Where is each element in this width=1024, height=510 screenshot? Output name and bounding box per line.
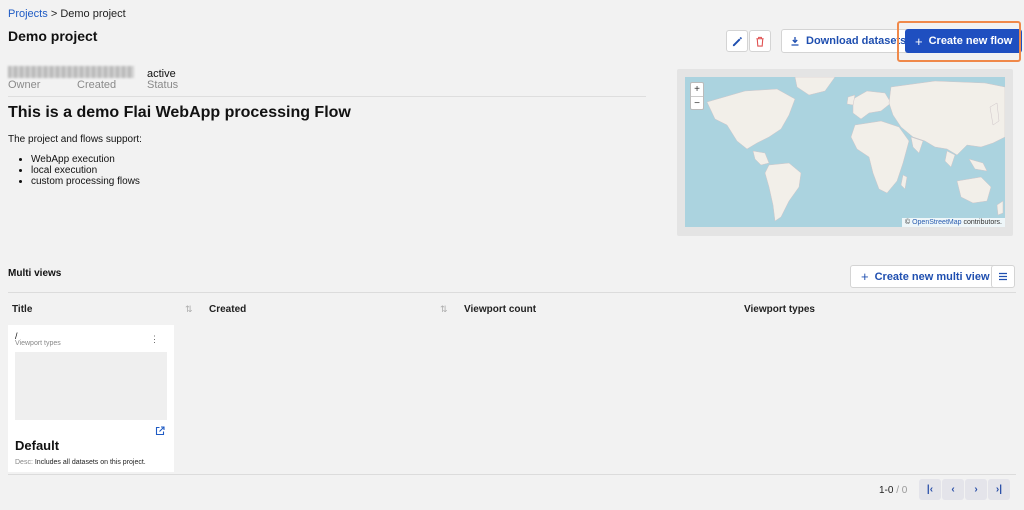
world-map[interactable]: + − © OpenStreetMap contributors. bbox=[685, 77, 1005, 227]
last-page-icon: ›| bbox=[995, 484, 1003, 495]
breadcrumb-separator: > bbox=[50, 8, 58, 20]
feature-list: WebApp execution local execution custom … bbox=[31, 154, 140, 187]
delete-button[interactable] bbox=[749, 30, 771, 52]
openstreetmap-link[interactable]: OpenStreetMap bbox=[912, 219, 961, 226]
owner-value-redacted bbox=[8, 66, 134, 78]
status-label: Status bbox=[147, 79, 179, 91]
card-thumbnail bbox=[15, 352, 167, 420]
map-container: + − © OpenStreetMap contributors. bbox=[677, 69, 1013, 236]
breadcrumb: Projects > Demo project bbox=[8, 8, 126, 20]
pagination-total: 0 bbox=[901, 485, 908, 496]
create-multi-view-button[interactable]: + Create new multi view bbox=[850, 265, 1001, 288]
list-item: local execution bbox=[31, 165, 140, 176]
description-intro: The project and flows support: bbox=[8, 134, 142, 145]
card-desc-key: Desc: bbox=[15, 459, 33, 466]
last-page-button[interactable]: ›| bbox=[988, 479, 1010, 500]
open-external-icon[interactable] bbox=[155, 426, 165, 439]
breadcrumb-projects-link[interactable]: Projects bbox=[8, 8, 48, 20]
download-datasets-label: Download datasets bbox=[806, 35, 907, 47]
chevron-right-icon: › bbox=[974, 484, 978, 495]
zoom-control: + − bbox=[690, 82, 704, 110]
map-attribution: © OpenStreetMap contributors. bbox=[901, 218, 1005, 227]
download-icon bbox=[791, 37, 799, 46]
pagination-summary: 1-0 / 0 bbox=[879, 485, 907, 496]
next-page-button[interactable]: › bbox=[965, 479, 987, 500]
column-header-created[interactable]: Created bbox=[209, 304, 246, 315]
column-header-viewport-count: Viewport count bbox=[464, 304, 537, 315]
download-datasets-button[interactable]: Download datasets bbox=[781, 29, 916, 53]
card-description: Desc: Includes all datasets on this proj… bbox=[15, 459, 146, 466]
plus-icon: + bbox=[861, 269, 869, 284]
multi-view-card[interactable]: / Viewport types ⋮ Default Desc: Include… bbox=[8, 325, 174, 472]
highlight-frame bbox=[897, 21, 1021, 62]
owner-label: Owner bbox=[8, 79, 41, 91]
trash-icon bbox=[756, 36, 764, 47]
chevron-left-icon: ‹ bbox=[951, 484, 955, 495]
attribution-suffix: contributors. bbox=[963, 219, 1002, 226]
pencil-icon bbox=[732, 36, 742, 46]
divider bbox=[8, 96, 646, 97]
world-map-land bbox=[706, 77, 1005, 222]
first-page-icon: |‹ bbox=[926, 484, 934, 495]
pagination-separator: / bbox=[896, 485, 900, 496]
zoom-out-button[interactable]: − bbox=[691, 96, 703, 109]
sort-icon[interactable]: ⇅ bbox=[185, 304, 193, 315]
sort-icon[interactable]: ⇅ bbox=[440, 304, 448, 315]
list-item: WebApp execution bbox=[31, 154, 140, 165]
edit-button[interactable] bbox=[726, 30, 748, 52]
more-options-icon[interactable]: ⋮ bbox=[150, 334, 159, 345]
table-bottom-divider bbox=[8, 474, 1016, 475]
list-item: custom processing flows bbox=[31, 176, 140, 187]
card-name: Default bbox=[15, 438, 60, 453]
attribution-prefix: © bbox=[904, 219, 911, 226]
card-subtitle: Viewport types bbox=[15, 340, 61, 347]
pagination-range: 1-0 bbox=[879, 485, 894, 496]
card-desc-value: Includes all datasets on this project. bbox=[34, 459, 146, 466]
table-top-divider bbox=[8, 292, 1016, 293]
create-multi-view-label: Create new multi view bbox=[874, 270, 990, 283]
list-icon bbox=[999, 272, 1007, 281]
list-view-button[interactable] bbox=[991, 265, 1015, 288]
column-header-title[interactable]: Title bbox=[12, 304, 32, 315]
column-header-viewport-types: Viewport types bbox=[744, 304, 815, 315]
zoom-in-button[interactable]: + bbox=[691, 83, 703, 96]
page-title: Demo project bbox=[8, 28, 98, 44]
multi-views-title: Multi views bbox=[8, 268, 62, 279]
breadcrumb-current: Demo project bbox=[60, 8, 126, 20]
description-heading: This is a demo Flai WebApp processing Fl… bbox=[8, 104, 351, 121]
created-label: Created bbox=[77, 79, 117, 91]
previous-page-button[interactable]: ‹ bbox=[942, 479, 964, 500]
first-page-button[interactable]: |‹ bbox=[919, 479, 941, 500]
